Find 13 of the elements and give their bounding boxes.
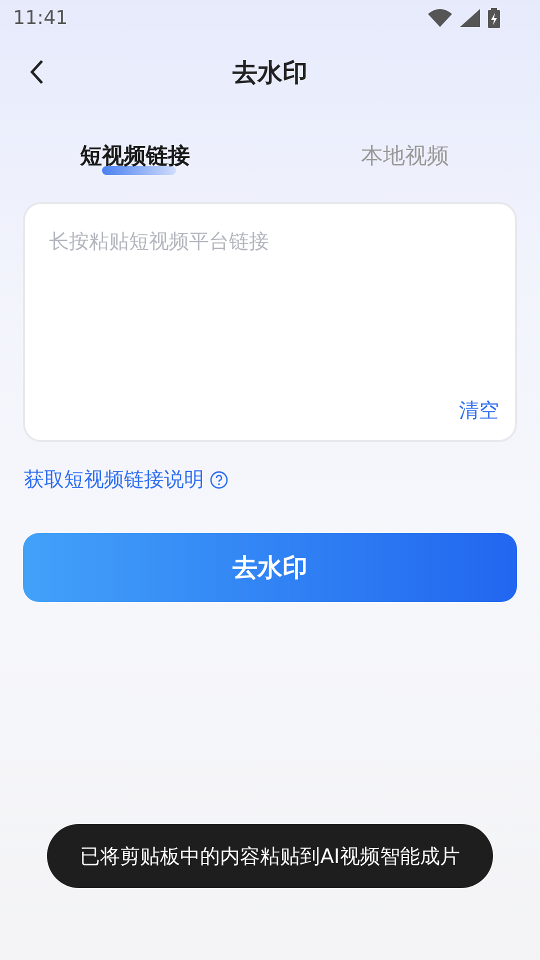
tab[interactable]: 本地视频 xyxy=(270,126,540,186)
wifi-icon xyxy=(428,9,452,27)
help-link[interactable]: 获取短视频链接说明 xyxy=(24,466,204,493)
remove-watermark-button[interactable]: 去水印 xyxy=(23,533,517,602)
tab[interactable]: 短视频链接 xyxy=(0,126,270,186)
page-title: 去水印 xyxy=(232,56,308,88)
battery-icon xyxy=(488,8,500,28)
help-icon xyxy=(210,470,228,488)
signal-icon xyxy=(460,9,480,27)
status-time: 11:41 xyxy=(13,7,68,29)
clear-button[interactable]: 清空 xyxy=(459,397,499,424)
toast-message: 已将剪贴板中的内容粘贴到AI视频智能成片 xyxy=(47,824,493,888)
link-input-field[interactable]: 长按粘贴短视频平台链接 清空 xyxy=(23,202,517,442)
